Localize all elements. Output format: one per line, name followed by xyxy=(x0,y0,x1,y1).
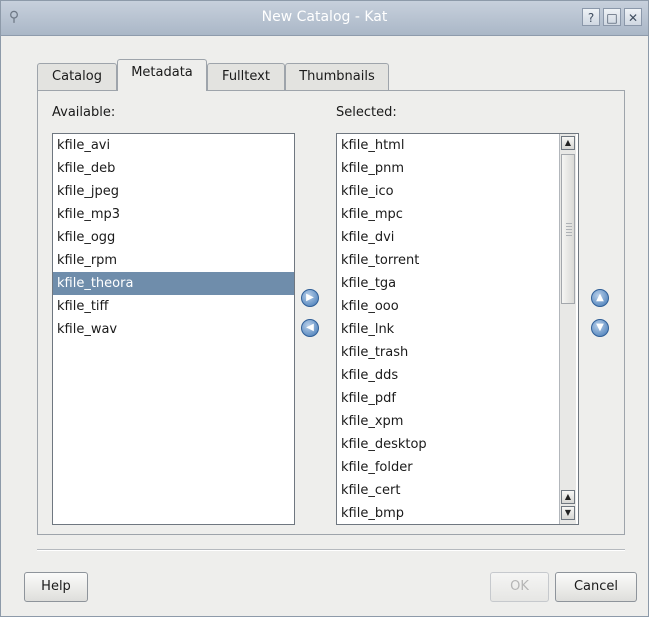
list-item[interactable]: kfile_tiff xyxy=(53,295,294,318)
list-item[interactable]: kfile_pnm xyxy=(337,157,578,180)
dialog-window: ⚲ New Catalog - Kat ? □ ✕ Catalog Metada… xyxy=(0,0,649,617)
available-label: Available: xyxy=(52,105,116,120)
list-item[interactable]: kfile_xpm xyxy=(337,410,578,433)
ok-button-label: OK xyxy=(510,579,529,594)
list-item[interactable]: kfile_dvi xyxy=(337,226,578,249)
maximize-icon[interactable]: □ xyxy=(603,8,621,26)
list-item[interactable]: kfile_dds xyxy=(337,364,578,387)
tab-thumbnails[interactable]: Thumbnails xyxy=(285,63,389,90)
ok-button[interactable]: OK xyxy=(490,572,549,602)
vertical-scrollbar[interactable]: ▲ ▲ ▼ xyxy=(559,134,576,524)
list-item[interactable]: kfile_ogg xyxy=(53,226,294,249)
scroll-up-icon[interactable]: ▲ xyxy=(561,136,575,150)
window-controls: ? □ ✕ xyxy=(582,8,642,26)
list-item[interactable]: kfile_html xyxy=(337,134,578,157)
tab-thumbnails-label: Thumbnails xyxy=(299,69,375,84)
list-item[interactable]: kfile_bmp xyxy=(337,502,578,524)
list-item[interactable]: kfile_wav xyxy=(53,318,294,341)
tab-metadata[interactable]: Metadata xyxy=(117,59,207,91)
list-item[interactable]: kfile_mp3 xyxy=(53,203,294,226)
list-item[interactable]: kfile_jpeg xyxy=(53,180,294,203)
list-item[interactable]: kfile_torrent xyxy=(337,249,578,272)
cancel-button-label: Cancel xyxy=(573,579,619,594)
list-item[interactable]: kfile_desktop xyxy=(337,433,578,456)
cancel-button[interactable]: Cancel xyxy=(555,572,637,602)
scroll-thumb[interactable] xyxy=(561,154,575,304)
scroll-down-icon[interactable]: ▼ xyxy=(561,506,575,520)
arrow-left-icon[interactable]: ◀ xyxy=(301,319,319,337)
close-icon[interactable]: ✕ xyxy=(624,8,642,26)
selected-list[interactable]: kfile_html kfile_pnm kfile_ico kfile_mpc… xyxy=(336,133,579,525)
list-item[interactable]: kfile_ico xyxy=(337,180,578,203)
list-item[interactable]: kfile_lnk xyxy=(337,318,578,341)
grip-icon xyxy=(566,223,572,237)
help-button-label: Help xyxy=(41,579,71,594)
tab-catalog-label: Catalog xyxy=(52,69,102,84)
list-item[interactable]: kfile_cert xyxy=(337,479,578,502)
arrow-up-icon[interactable]: ▲ xyxy=(591,289,609,307)
window-title: New Catalog - Kat xyxy=(261,9,388,25)
title-bar[interactable]: ⚲ New Catalog - Kat ? □ ✕ xyxy=(1,1,648,36)
list-item[interactable]: kfile_mpc xyxy=(337,203,578,226)
list-item[interactable]: kfile_avi xyxy=(53,134,294,157)
list-item[interactable]: kfile_trash xyxy=(337,341,578,364)
list-item[interactable]: kfile_rpm xyxy=(53,249,294,272)
scroll-up-icon[interactable]: ▲ xyxy=(561,490,575,504)
button-separator xyxy=(37,549,625,551)
list-item[interactable]: kfile_folder xyxy=(337,456,578,479)
tab-catalog[interactable]: Catalog xyxy=(37,63,117,90)
help-icon[interactable]: ? xyxy=(582,8,600,26)
arrow-down-icon[interactable]: ▼ xyxy=(591,319,609,337)
tab-fulltext[interactable]: Fulltext xyxy=(207,63,285,90)
selected-label: Selected: xyxy=(336,105,397,120)
list-item[interactable]: kfile_tga xyxy=(337,272,578,295)
list-item[interactable]: kfile_ooo xyxy=(337,295,578,318)
list-item-selected[interactable]: kfile_theora xyxy=(53,272,294,295)
arrow-right-icon[interactable]: ▶ xyxy=(301,289,319,307)
metadata-panel: Available: kfile_avi kfile_deb kfile_jpe… xyxy=(37,90,625,535)
help-button[interactable]: Help xyxy=(24,572,88,602)
tab-fulltext-label: Fulltext xyxy=(222,69,270,84)
available-list[interactable]: kfile_avi kfile_deb kfile_jpeg kfile_mp3… xyxy=(52,133,295,525)
tab-metadata-label: Metadata xyxy=(131,65,193,80)
list-item[interactable]: kfile_pdf xyxy=(337,387,578,410)
list-item[interactable]: kfile_deb xyxy=(53,157,294,180)
